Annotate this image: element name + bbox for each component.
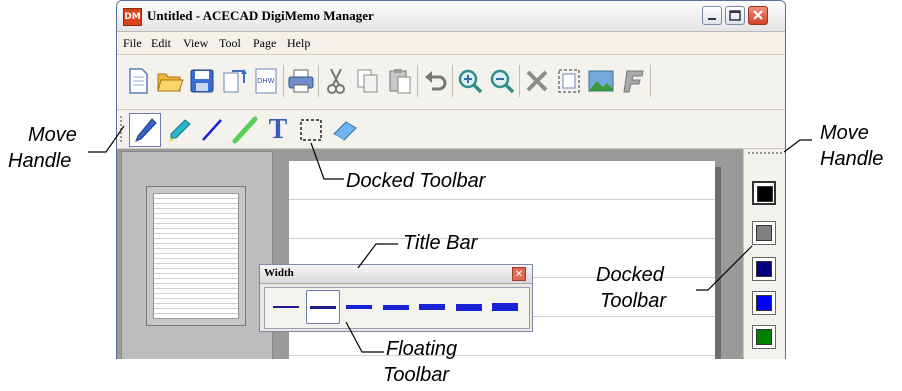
leader-move-handle-left [88,125,125,153]
annotation-leaders [88,125,812,353]
leader-move-handle-right [783,139,812,153]
leader-floating-toolbar [345,321,384,353]
leader-docked-toolbar-right [696,245,753,291]
leader-docked-toolbar-top [310,142,344,180]
leader-title-bar [357,243,398,269]
